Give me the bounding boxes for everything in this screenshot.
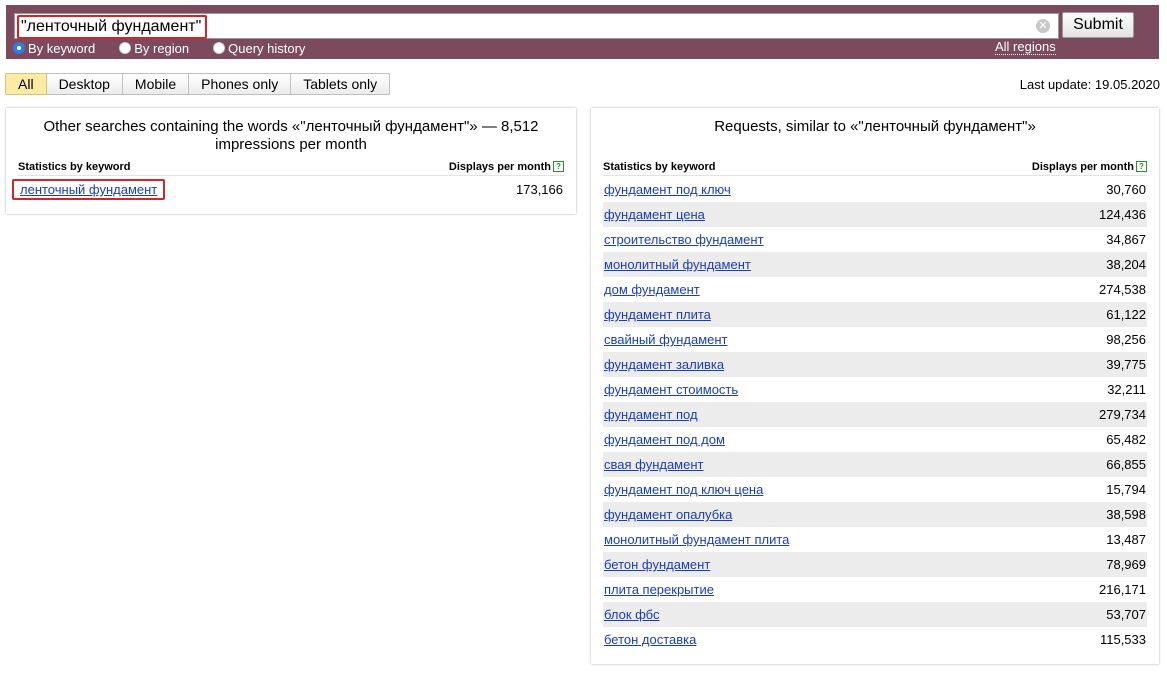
- radio-by-keyword[interactable]: By keyword: [13, 41, 95, 56]
- keyword-link[interactable]: дом фундамент: [603, 282, 700, 297]
- table-row: бетон фундамент 78,969: [603, 552, 1147, 577]
- displays-count: 30,760: [1106, 182, 1146, 197]
- displays-count: 98,256: [1106, 332, 1146, 347]
- table-row: монолитный фундамент 38,204: [603, 252, 1147, 277]
- panel-title: Other searches containing the words «"ле…: [43, 118, 539, 153]
- column-displays-header: Displays per month?: [449, 159, 564, 175]
- table-row: фундамент стоимость 32,211: [603, 377, 1147, 402]
- radio-by-region[interactable]: By region: [119, 41, 189, 56]
- radio-unchecked-icon[interactable]: [119, 42, 132, 54]
- table-row: ленточный фундамент 173,166: [12, 177, 564, 202]
- displays-count: 279,734: [1099, 407, 1146, 422]
- keyword-link[interactable]: свая фундамент: [603, 457, 704, 472]
- keyword-link[interactable]: монолитный фундамент плита: [603, 532, 789, 547]
- table-row: дом фундамент 274,538: [603, 277, 1147, 302]
- displays-count: 274,538: [1099, 282, 1146, 297]
- radio-checked-icon[interactable]: [13, 42, 25, 54]
- keyword-link[interactable]: фундамент под: [603, 407, 698, 422]
- search-query-text[interactable]: "ленточный фундамент": [17, 15, 208, 39]
- displays-count: 38,598: [1106, 507, 1146, 522]
- table-row: фундамент под ключ 30,760: [603, 177, 1147, 202]
- table-row: бетон доставка 115,533: [603, 627, 1147, 652]
- all-regions-link[interactable]: All regions: [995, 39, 1056, 55]
- search-header: "ленточный фундамент" ✕ Submit By keywor…: [6, 5, 1159, 59]
- column-displays-label: Displays per month: [448, 161, 551, 173]
- displays-count: 53,707: [1106, 607, 1146, 622]
- keyword-link[interactable]: ленточный фундамент: [12, 179, 166, 200]
- table-row: фундамент под ключ цена 15,794: [603, 477, 1147, 502]
- radio-unchecked-icon[interactable]: [213, 42, 226, 54]
- displays-count: 34,867: [1106, 232, 1146, 247]
- displays-count: 15,794: [1106, 482, 1146, 497]
- column-displays-label: Displays per month: [1031, 161, 1134, 173]
- radio-label: Query history: [228, 40, 306, 56]
- keyword-link[interactable]: строительство фундамент: [603, 232, 764, 247]
- search-mode-group: By keyword By region Query history: [13, 40, 329, 56]
- tab-phones-only[interactable]: Phones only: [189, 73, 292, 95]
- help-icon[interactable]: ?: [553, 161, 564, 172]
- column-keyword-header: Statistics by keyword: [603, 161, 716, 173]
- displays-count: 13,487: [1106, 532, 1146, 547]
- radio-label: By region: [134, 40, 190, 56]
- table-row: фундамент опалубка 38,598: [603, 502, 1147, 527]
- table-row: фундамент заливка 39,775: [603, 352, 1147, 377]
- table-row: свайный фундамент 98,256: [603, 327, 1147, 352]
- table-row: строительство фундамент 34,867: [603, 227, 1147, 252]
- displays-count: 78,969: [1106, 557, 1146, 572]
- displays-count: 115,533: [1099, 632, 1146, 647]
- keyword-link[interactable]: плита перекрытие: [603, 582, 714, 597]
- keyword-link[interactable]: фундамент под ключ: [603, 182, 731, 197]
- displays-count: 38,204: [1106, 257, 1146, 272]
- column-header: Statistics by keyword Displays per month…: [603, 159, 1147, 176]
- displays-count: 39,775: [1106, 357, 1146, 372]
- device-tabs: All Desktop Mobile Phones only Tablets o…: [5, 73, 391, 95]
- keyword-link[interactable]: монолитный фундамент: [603, 257, 751, 272]
- submit-button[interactable]: Submit: [1062, 12, 1134, 38]
- radio-query-history[interactable]: Query history: [213, 41, 305, 56]
- last-update-text: Last update: 19.05.2020: [1019, 77, 1160, 92]
- tab-desktop[interactable]: Desktop: [46, 73, 123, 95]
- keyword-link[interactable]: фундамент под дом: [603, 432, 725, 447]
- table-row: фундамент цена 124,436: [603, 202, 1147, 227]
- tab-mobile[interactable]: Mobile: [122, 73, 190, 95]
- displays-count: 65,482: [1106, 432, 1146, 447]
- table-row: фундамент плита 61,122: [603, 302, 1147, 327]
- displays-count: 216,171: [1099, 582, 1146, 597]
- keyword-link[interactable]: фундамент стоимость: [603, 382, 738, 397]
- keyword-link[interactable]: фундамент плита: [603, 307, 711, 322]
- radio-label: By keyword: [28, 40, 96, 56]
- table-row: свая фундамент 66,855: [603, 452, 1147, 477]
- keyword-link[interactable]: фундамент под ключ цена: [603, 482, 763, 497]
- table-row: плита перекрытие 216,171: [603, 577, 1147, 602]
- displays-count: 61,122: [1106, 307, 1146, 322]
- keyword-list: ленточный фундамент 173,166: [12, 177, 564, 202]
- keyword-link[interactable]: фундамент цена: [603, 207, 705, 222]
- table-row: блок фбс 53,707: [603, 602, 1147, 627]
- tab-tablets-only[interactable]: Tablets only: [291, 73, 391, 95]
- keyword-link[interactable]: свайный фундамент: [603, 332, 728, 347]
- similar-requests-panel: Requests, similar to «"ленточный фундаме…: [591, 108, 1159, 664]
- search-input[interactable]: "ленточный фундамент" ✕: [14, 13, 1059, 39]
- table-row: фундамент под дом 65,482: [603, 427, 1147, 452]
- panel-title: Requests, similar to «"ленточный фундаме…: [714, 118, 1036, 135]
- displays-count: 66,855: [1106, 457, 1146, 472]
- displays-count: 173,166: [516, 182, 563, 197]
- tab-all[interactable]: All: [5, 73, 47, 95]
- displays-count: 124,436: [1099, 207, 1146, 222]
- clear-icon[interactable]: ✕: [1036, 19, 1050, 33]
- table-row: монолитный фундамент плита 13,487: [603, 527, 1147, 552]
- keyword-link[interactable]: фундамент заливка: [603, 357, 724, 372]
- column-displays-header: Displays per month?: [1032, 159, 1147, 175]
- keyword-link[interactable]: фундамент опалубка: [603, 507, 732, 522]
- table-row: фундамент под 279,734: [603, 402, 1147, 427]
- keyword-link[interactable]: бетон доставка: [603, 632, 696, 647]
- keyword-link[interactable]: блок фбс: [603, 607, 659, 622]
- keyword-list: фундамент под ключ 30,760 фундамент цена 1…: [603, 177, 1147, 652]
- displays-count: 32,211: [1107, 382, 1146, 397]
- column-keyword-header: Statistics by keyword: [18, 161, 131, 173]
- containing-words-panel: Other searches containing the words «"ле…: [6, 108, 576, 214]
- keyword-link[interactable]: бетон фундамент: [603, 557, 710, 572]
- help-icon[interactable]: ?: [1136, 161, 1147, 172]
- column-header: Statistics by keyword Displays per month…: [18, 159, 564, 176]
